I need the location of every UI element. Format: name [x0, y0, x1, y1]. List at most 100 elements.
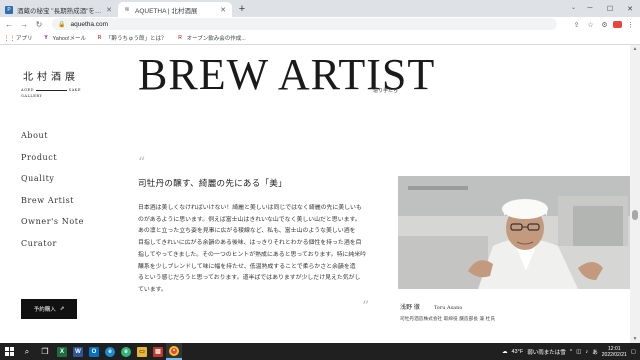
lock-icon[interactable]: 🔒	[58, 21, 65, 28]
bookmark-open-party[interactable]: R オーブン飲み会の作成...	[177, 34, 246, 42]
article-line: 目指してきれいに広がる余韻のある後味、はっきりそれとわかる個性を持った酒を目	[138, 240, 362, 247]
paint-icon[interactable]: ▤	[150, 343, 166, 360]
logo-tagline: AGED SAKE	[21, 88, 81, 92]
volume-icon[interactable]: ♪	[586, 349, 589, 355]
weather-temperature[interactable]: 43°F	[512, 349, 524, 355]
back-icon[interactable]: ←	[3, 19, 15, 31]
author-name-romaji: Toru Asano	[433, 305, 463, 311]
notification-icon[interactable]: ▢	[631, 349, 636, 355]
yahoo-icon: Y	[44, 35, 48, 41]
nav-item-product[interactable]: Product	[21, 153, 84, 175]
toolbar-actions: ⇪ ☆ ⚙ ⋮	[571, 19, 636, 30]
bookmark-label: Yahoo!メール	[52, 36, 87, 42]
windows-taskbar: ⌕ ❐ X W O e e ▭ ▤ • ☁ 43°F 弱い雨または雪 ^ ◫ ♪…	[0, 343, 640, 360]
portrait-illustration	[398, 176, 630, 289]
bookmark-yahoo-mail[interactable]: Y Yahoo!メール	[43, 34, 87, 42]
tab-search-icon[interactable]: ⌄	[571, 4, 576, 11]
nav-item-brew-artist[interactable]: Brew Artist	[21, 196, 84, 218]
site-logo[interactable]: 北村酒展 AGED SAKE GALLERY	[21, 68, 81, 98]
close-quote-mark: ”	[362, 299, 370, 315]
logo-divider	[35, 89, 67, 91]
external-link-icon: ⇗	[59, 306, 65, 312]
nav-item-curator[interactable]: Curator	[21, 239, 84, 261]
weather-description[interactable]: 弱い雨または雪	[527, 348, 566, 356]
window-controls: ─ ☐ ✕	[580, 0, 640, 17]
logo-text: 北村酒展	[23, 72, 79, 83]
network-icon[interactable]: ◫	[576, 349, 581, 355]
page-scrollbar[interactable]: ▲ ▼	[630, 45, 640, 343]
taskbar-clock[interactable]: 12:01 2022/02/21	[602, 346, 627, 358]
edge-new-icon[interactable]: e	[118, 343, 134, 360]
new-tab-button[interactable]: +	[236, 3, 248, 15]
share-icon[interactable]: ⇪	[571, 19, 582, 30]
close-window-icon[interactable]: ✕	[620, 0, 640, 17]
tab-close-icon[interactable]: ✕	[105, 6, 113, 14]
system-tray: ☁ 43°F 弱い雨または雪 ^ ◫ ♪ あ 12:01 2022/02/21 …	[502, 343, 636, 360]
profile-avatar[interactable]	[613, 21, 622, 28]
weather-icon[interactable]: ☁	[502, 349, 508, 355]
bookmark-label: オーブン飲み会の作成...	[186, 36, 246, 42]
reserve-purchase-button[interactable]: 予約購入 ⇗	[21, 299, 77, 319]
article-line: 指してやってきました。その一つのヒントが熟成にあると思っております。特に純米吟	[138, 251, 367, 258]
menu-kebab-icon[interactable]: ⋮	[625, 19, 636, 30]
maximize-icon[interactable]: ☐	[600, 0, 620, 17]
tab-strip: P 酒蔵の秘宝 "長期熟成酒"を新酒市場から ✕ ≋ AQUETHA | 北村酒…	[0, 0, 640, 17]
author-name-ja: 浅野 徹	[400, 304, 420, 311]
article-line: のがあるように思います。例えば富士山はきれいな山でなく美しい山だと思います。	[138, 216, 361, 223]
rakuten-icon: R	[178, 35, 182, 41]
open-quote-mark: “	[138, 155, 146, 171]
scrollbar-thumb[interactable]	[632, 210, 638, 220]
search-icon[interactable]: ⌕	[18, 343, 36, 360]
article-line: ています。	[138, 286, 167, 293]
clock-date: 2022/02/21	[601, 351, 627, 358]
file-explorer-icon[interactable]: ▭	[134, 343, 150, 360]
logo-gallery: GALLERY	[21, 94, 43, 98]
page-content: 北村酒展 AGED SAKE GALLERY BREW ARTIST 造り手たち…	[0, 45, 640, 343]
outlook-icon[interactable]: O	[86, 343, 102, 360]
url-text: aquetha.com	[70, 20, 109, 28]
minimize-icon[interactable]: ─	[580, 0, 600, 17]
author-name: 浅野 徹 Toru Asano	[400, 302, 462, 311]
bookmark-youchuro[interactable]: R 「酔うちゅう郎」とは？	[96, 34, 167, 42]
author-role: 司牡丹酒造株式会社 取締役 醸造部長 兼 杜氏	[400, 317, 496, 322]
rakuten-icon: R	[97, 35, 102, 41]
logo-aged: AGED	[21, 88, 34, 92]
tab-title: 酒蔵の秘宝 "長期熟成酒"を新酒市場から	[17, 7, 105, 15]
article-line: 醸系を少しブレンドして味に幅を持たせ、低温熟成することで柔らかさと余韻を造	[138, 263, 356, 270]
ime-indicator[interactable]: あ	[592, 348, 598, 356]
nav-item-quality[interactable]: Quality	[21, 174, 84, 196]
article-body: 日本酒は美しくなければいけない！綺麗と美しいは同じではなく綺麗の先に美しいも の…	[138, 203, 386, 297]
article-headline: 司牡丹の醸す、綺麗の先にある「美」	[138, 179, 287, 189]
reload-icon[interactable]: ↻	[33, 19, 45, 31]
nav-item-about[interactable]: About	[21, 131, 84, 153]
scroll-down-icon[interactable]: ▼	[630, 335, 640, 343]
bookmark-apps[interactable]: ⋮⋮ アプリ	[3, 34, 33, 43]
extensions-icon[interactable]: ⚙	[599, 19, 610, 30]
excel-icon[interactable]: X	[54, 343, 70, 360]
tab-favicon-icon: P	[5, 5, 13, 14]
forward-icon[interactable]: →	[18, 19, 30, 31]
reserve-purchase-label: 予約購入	[33, 307, 56, 313]
tab-close-icon[interactable]: ✕	[219, 6, 227, 14]
windows-start-icon[interactable]	[0, 343, 18, 360]
scroll-up-icon[interactable]: ▲	[630, 45, 640, 53]
side-navigation: About Product Quality Brew Artist Owner'…	[21, 131, 84, 260]
word-icon[interactable]: W	[70, 343, 86, 360]
bookmarks-bar: ⋮⋮ アプリ Y Yahoo!メール R 「酔うちゅう郎」とは？ R オーブン飲…	[0, 32, 640, 45]
tab-aquetha[interactable]: ≋ AQUETHA | 北村酒展 ✕	[118, 2, 232, 17]
address-bar[interactable]: 🔒 aquetha.com	[52, 18, 557, 30]
apps-grid-icon: ⋮⋮	[3, 35, 16, 42]
browser-toolbar: ← → ↻ 🔒 aquetha.com ⇪ ☆ ⚙ ⋮	[0, 17, 640, 32]
article-line: るという感じだろうと思っております。道半ばではありますが少しだけ見えた気がし	[138, 275, 361, 282]
nav-item-owners-note[interactable]: Owner's Note	[21, 217, 84, 239]
task-view-icon[interactable]: ❐	[36, 343, 54, 360]
edge-icon[interactable]: e	[102, 343, 118, 360]
tab-favicon-icon: ≋	[124, 6, 130, 13]
tray-chevron-icon[interactable]: ^	[570, 349, 573, 355]
tab-aged-sake-article[interactable]: P 酒蔵の秘宝 "長期熟成酒"を新酒市場から ✕	[0, 2, 118, 17]
bookmark-label: 「酔うちゅう郎」とは？	[106, 36, 167, 42]
page-subtitle: 造り手たち	[373, 88, 399, 94]
tab-title: AQUETHA | 北村酒展	[135, 7, 198, 15]
bookmark-star-icon[interactable]: ☆	[585, 19, 596, 30]
chrome-icon[interactable]: •	[166, 343, 182, 360]
